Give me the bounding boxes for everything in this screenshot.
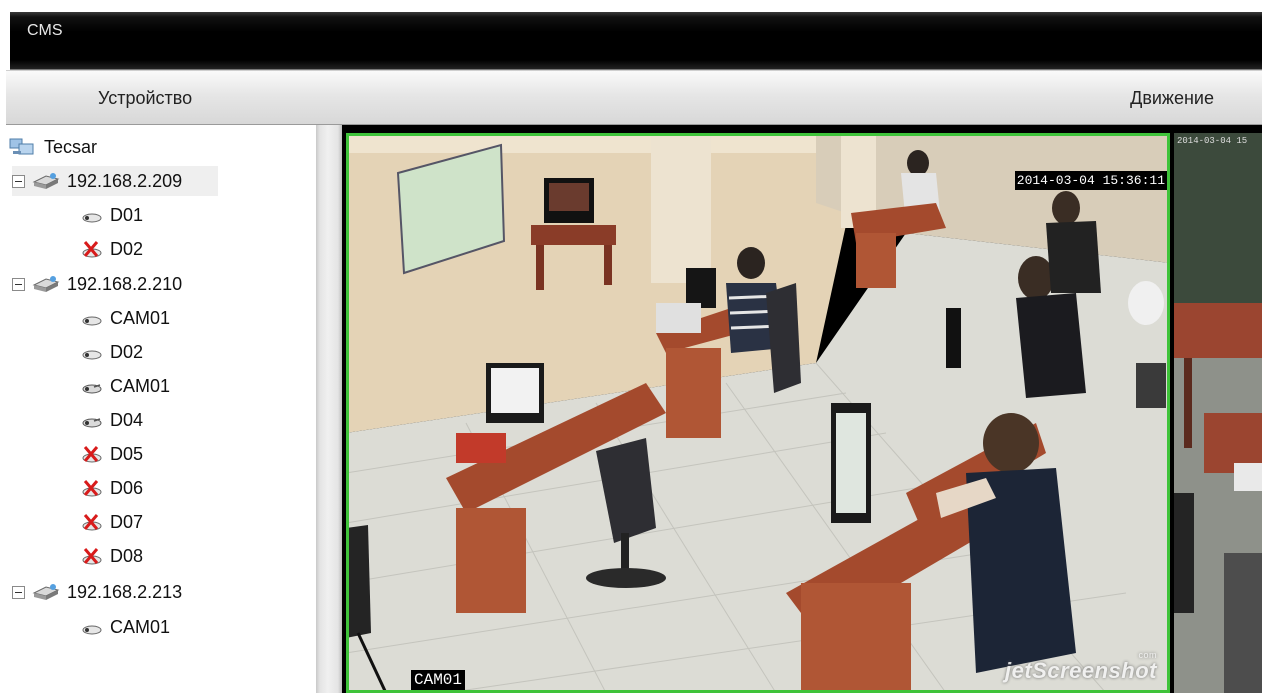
camera-online-icon — [80, 616, 104, 638]
window-title: CMS — [27, 22, 63, 39]
tree-channel-label: D02 — [110, 238, 144, 259]
tree-channel-label: D07 — [110, 511, 144, 532]
tree-device-label: 192.168.2.213 — [67, 581, 183, 602]
tree-channel-label: CAM01 — [110, 307, 171, 328]
watermark-text: jetScreenshot — [1005, 658, 1157, 683]
network-group-icon — [8, 136, 38, 158]
tree-channel-d02[interactable]: D02 — [80, 337, 143, 367]
camera-timestamp: 2014-03-04 15:36:11 — [1014, 171, 1167, 190]
tree-channel-label: D01 — [110, 204, 144, 225]
tree-channel-label: CAM01 — [110, 616, 171, 637]
camera-online-icon — [80, 307, 104, 329]
tree-root[interactable]: Tecsar — [8, 132, 97, 162]
dvr-device-icon — [31, 170, 61, 192]
tree-device-192-168-2-210[interactable]: 192.168.2.210 — [12, 269, 182, 299]
tree-channel-cam01[interactable]: CAM01 — [80, 303, 170, 333]
tree-device-192-168-2-213[interactable]: 192.168.2.213 — [12, 577, 182, 607]
tree-channel-d04[interactable]: D04 — [80, 405, 143, 435]
title-bar: CMS — [10, 12, 1262, 70]
camera-recording-icon — [80, 409, 104, 431]
camera-feed-image — [349, 136, 1167, 690]
tree-channel-d08[interactable]: D08 — [80, 541, 143, 571]
collapse-icon[interactable] — [12, 174, 25, 188]
camera-view-main[interactable]: 2014-03-04 15:36:11 CAM01 jetScreenshot c… — [346, 133, 1170, 693]
camera-offline-icon — [80, 511, 104, 533]
tree-channel-d07[interactable]: D07 — [80, 507, 143, 537]
camera-offline-icon — [80, 443, 104, 465]
tab-device[interactable]: Устройство — [98, 88, 192, 109]
tree-channel-label: D04 — [110, 409, 144, 430]
device-tree: Tecsar 192.168.2.209 D01 D02 192.168.2.2… — [0, 125, 316, 693]
camera-channel-label: CAM01 — [411, 670, 466, 690]
camera-offline-icon — [80, 238, 104, 260]
tree-channel-label: CAM01 — [110, 375, 171, 396]
side-camera-timestamp: 2014-03-04 15 — [1177, 136, 1248, 146]
tree-channel-d05[interactable]: D05 — [80, 439, 143, 469]
tab-motion[interactable]: Движение — [1130, 88, 1214, 109]
video-viewer: 2014-03-04 15:36:11 CAM01 jetScreenshot c… — [342, 125, 1262, 693]
camera-view-side[interactable]: 2014-03-04 15 — [1174, 133, 1262, 693]
tree-device-label: 192.168.2.210 — [67, 273, 183, 294]
tree-device-label: 192.168.2.209 — [67, 170, 183, 191]
collapse-icon[interactable] — [12, 277, 25, 291]
camera-recording-icon — [80, 375, 104, 397]
camera-online-icon — [80, 204, 104, 226]
watermark-suffix: com — [1138, 650, 1157, 660]
tree-channel-label: D08 — [110, 545, 144, 566]
top-strip — [0, 0, 1262, 12]
tree-root-label: Tecsar — [44, 136, 98, 157]
camera-offline-icon — [80, 545, 104, 567]
tree-channel-d01[interactable]: D01 — [80, 200, 143, 230]
tree-channel-label: D02 — [110, 341, 144, 362]
dvr-device-icon — [31, 273, 61, 295]
tree-channel-cam01[interactable]: CAM01 — [80, 612, 170, 642]
watermark-logo: jetScreenshot com — [1005, 650, 1157, 684]
camera-feed-image-side — [1174, 133, 1262, 693]
tree-device-192-168-2-209[interactable]: 192.168.2.209 — [12, 166, 218, 196]
dvr-device-icon — [31, 581, 61, 603]
camera-online-icon — [80, 341, 104, 363]
tree-channel-d06[interactable]: D06 — [80, 473, 143, 503]
tree-channel-d02[interactable]: D02 — [80, 234, 143, 264]
collapse-icon[interactable] — [12, 585, 25, 599]
camera-offline-icon — [80, 477, 104, 499]
tree-channel-label: D06 — [110, 477, 144, 498]
tree-channel-label: D05 — [110, 443, 144, 464]
tab-bar: Устройство Движение — [6, 70, 1262, 126]
tree-channel-cam01-b[interactable]: CAM01 — [80, 371, 170, 401]
panel-splitter[interactable] — [316, 125, 342, 693]
